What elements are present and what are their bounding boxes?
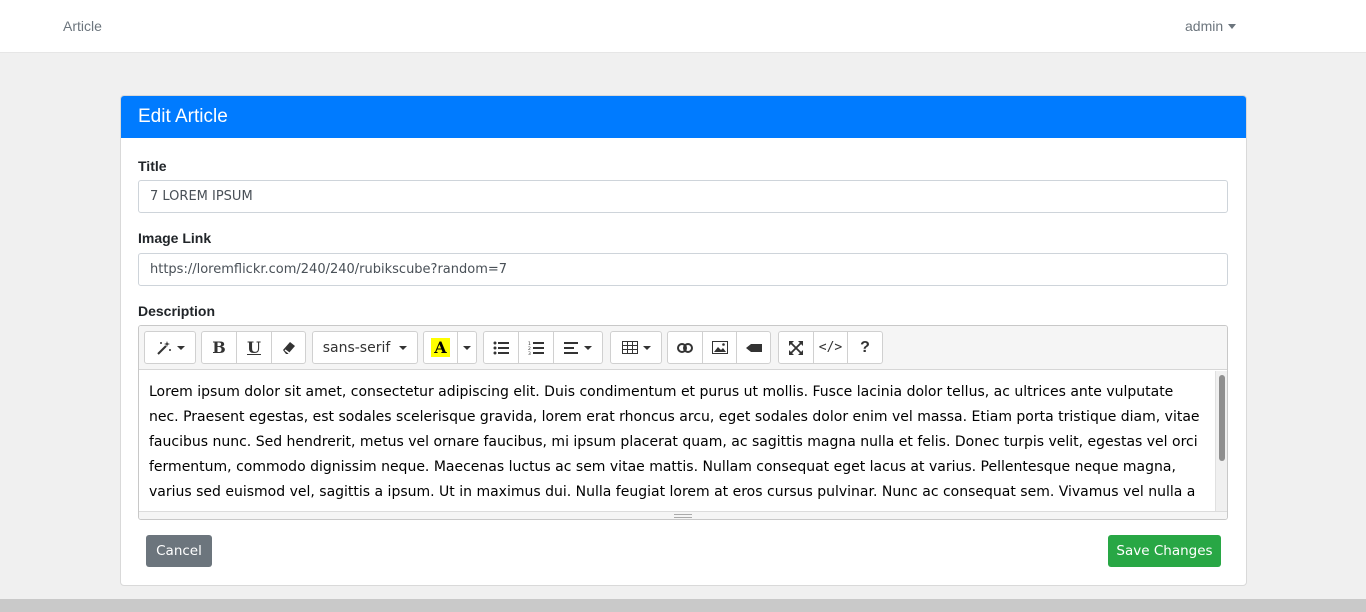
description-label: Description (138, 303, 216, 319)
insert-group (667, 331, 771, 364)
chevron-down-icon (399, 345, 408, 350)
insert-picture-button[interactable] (702, 331, 737, 364)
top-navbar: Article admin (0, 0, 1366, 53)
style-group (144, 331, 196, 364)
magic-icon (156, 340, 172, 356)
bottom-strip (0, 599, 1366, 612)
save-changes-button[interactable]: Save Changes (1108, 535, 1221, 567)
style-button[interactable] (144, 331, 196, 364)
chevron-down-icon (642, 345, 651, 350)
help-button[interactable]: ? (847, 331, 883, 364)
insert-video-button[interactable] (736, 331, 771, 364)
chevron-down-icon (584, 345, 592, 350)
table-dropdown-button[interactable] (610, 331, 662, 364)
title-input[interactable] (138, 180, 1228, 213)
font-style-group: B U (201, 331, 306, 364)
font-family-dropdown[interactable]: sans-serif (312, 331, 418, 364)
scrollbar-thumb[interactable] (1219, 375, 1225, 461)
font-name-group: sans-serif (312, 331, 418, 364)
help-icon: ? (860, 338, 870, 356)
color-group: A (423, 331, 477, 364)
code-view-icon: </> (818, 340, 843, 355)
underline-button[interactable]: U (236, 331, 272, 364)
user-name: admin (1185, 18, 1224, 34)
picture-icon (711, 341, 728, 354)
highlight-color-button[interactable]: A (423, 331, 458, 364)
link-icon (677, 342, 693, 353)
chevron-down-icon (463, 345, 471, 350)
card-title: Edit Article (121, 96, 1246, 138)
video-icon (745, 343, 762, 353)
table-group (610, 331, 662, 364)
bold-button[interactable]: B (201, 331, 237, 364)
fullscreen-button[interactable] (778, 331, 814, 364)
unordered-list-button[interactable] (483, 331, 519, 364)
navbar-brand-link[interactable]: Article (63, 18, 102, 34)
fullscreen-icon (789, 340, 803, 355)
image-link-label: Image Link (138, 230, 212, 246)
grip-icon (674, 514, 692, 518)
editor-resize-handle[interactable] (139, 511, 1227, 519)
unordered-list-icon (493, 341, 509, 355)
svg-text:3: 3 (528, 351, 531, 355)
editor-toolbar: B U sans-serif A 1 2 3 </> ? (139, 326, 1227, 370)
paragraph-group: 123 (483, 331, 603, 364)
ordered-list-icon: 123 (528, 341, 544, 355)
editor-scrollbar[interactable] (1215, 371, 1227, 511)
edit-article-card: Edit Article Title Image Link Descriptio… (120, 95, 1247, 586)
ordered-list-button[interactable]: 123 (518, 331, 554, 364)
eraser-icon (282, 341, 296, 355)
view-group: </> ? (778, 331, 883, 364)
user-menu-dropdown[interactable]: admin (1185, 18, 1237, 34)
code-view-button[interactable]: </> (813, 331, 848, 364)
font-color-icon: A (431, 338, 450, 357)
align-dropdown-button[interactable] (553, 331, 603, 364)
chevron-down-icon (1228, 23, 1237, 29)
color-dropdown-button[interactable] (457, 331, 477, 364)
insert-link-button[interactable] (667, 331, 703, 364)
bold-icon: B (212, 338, 226, 357)
chevron-down-icon (176, 345, 185, 350)
clear-format-button[interactable] (271, 331, 306, 364)
underline-icon: U (247, 338, 261, 357)
image-link-input[interactable] (138, 253, 1228, 286)
title-label: Title (138, 158, 167, 174)
cancel-button[interactable]: Cancel (146, 535, 212, 567)
editor-content[interactable]: Lorem ipsum dolor sit amet, consectetur … (139, 371, 1215, 511)
align-icon (564, 341, 578, 354)
table-icon (621, 341, 638, 354)
rich-text-editor: B U sans-serif A 1 2 3 </> ? Lorem ipsum… (138, 325, 1228, 520)
font-family-value: sans-serif (322, 339, 391, 356)
